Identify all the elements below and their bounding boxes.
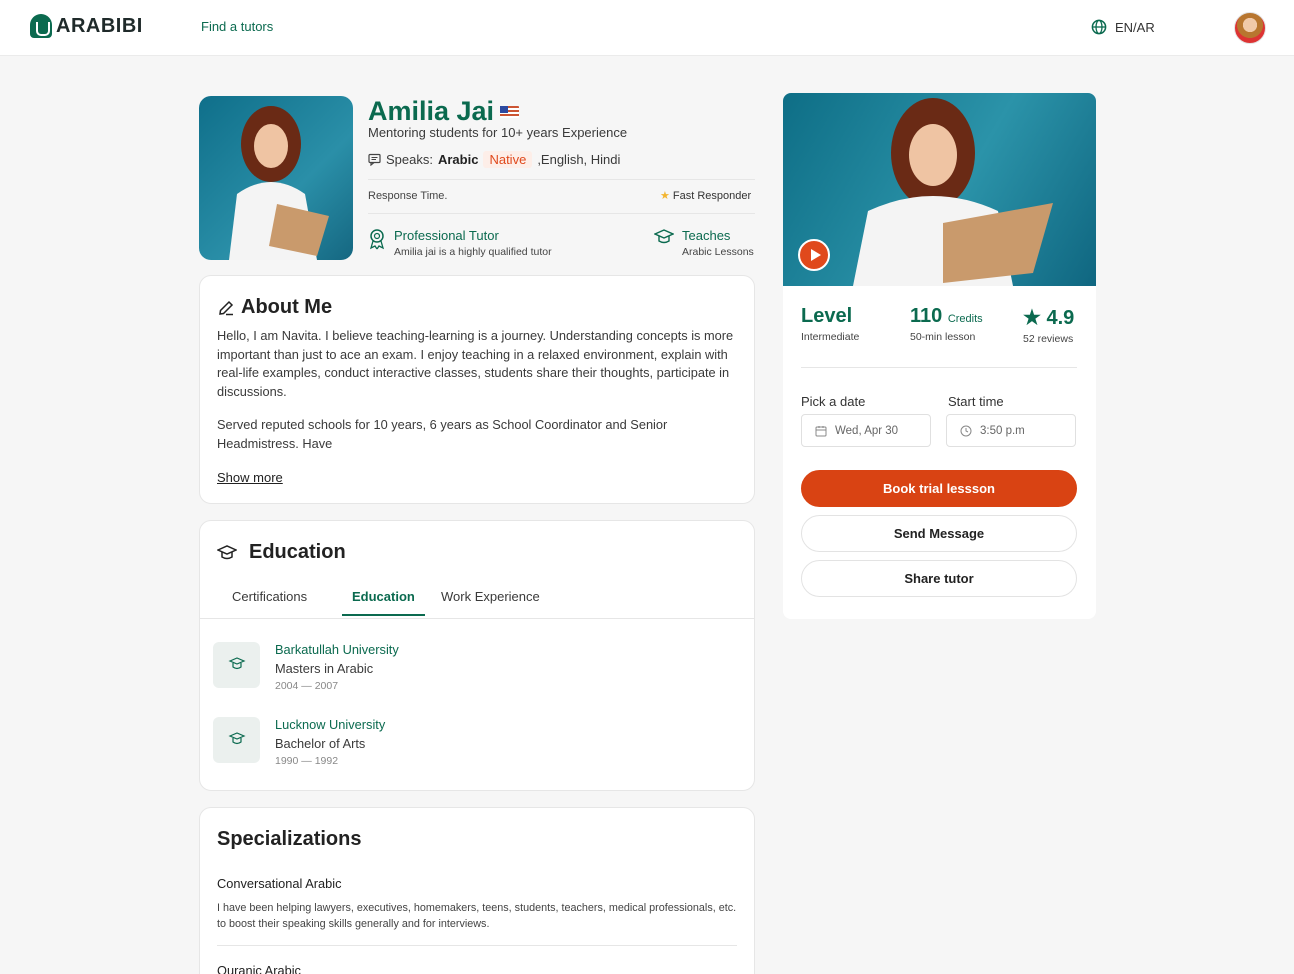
primary-language: Arabic	[437, 152, 479, 167]
about-me-card: About Me Hello, I am Navita. I believe t…	[199, 275, 755, 504]
specializations-title: Specializations	[217, 828, 362, 850]
divider	[368, 179, 755, 180]
feature-professional-tutor: Professional Tutor Amilia jai is a highl…	[368, 228, 552, 258]
about-me-title: About Me	[241, 296, 333, 318]
graduation-icon	[213, 717, 260, 763]
fast-responder-text: Fast Responder	[672, 189, 752, 202]
tab-certifications[interactable]: Certifications	[232, 589, 307, 614]
top-navigation-bar: ARABIBI Find a tutors EN/AR	[0, 0, 1294, 56]
date-picker[interactable]: Wed, Apr 30	[801, 414, 931, 447]
level-label: Level	[801, 305, 853, 327]
native-badge: Native	[483, 151, 533, 168]
fast-responder-badge: ★ Fast Responder	[660, 189, 752, 203]
education-card: Education Certifications Education Work …	[199, 520, 755, 791]
intro-video[interactable]	[783, 93, 1096, 286]
response-time-label: Response Time.	[368, 190, 448, 202]
about-me-heading: About Me	[217, 296, 332, 319]
education-years: 1990 — 1992	[275, 755, 339, 767]
language-switcher[interactable]: EN/AR	[1091, 19, 1155, 35]
feature-title: Teaches	[682, 228, 731, 243]
user-avatar[interactable]	[1234, 12, 1266, 44]
university-name[interactable]: Lucknow University	[275, 717, 385, 732]
level-stat: Level Intermediate	[801, 305, 859, 343]
logo-icon	[30, 14, 52, 38]
university-name[interactable]: Barkatullah University	[275, 642, 399, 657]
time-value: 3:50 p.m	[980, 424, 1025, 437]
star-icon: ★	[1023, 307, 1041, 329]
us-flag-icon	[500, 105, 520, 118]
education-title: Education	[249, 541, 346, 563]
degree-name: Bachelor of Arts	[275, 736, 366, 751]
feature-desc: Arabic Lessons	[682, 246, 754, 258]
nav-find-tutors-link[interactable]: Find a tutors	[201, 19, 273, 34]
send-message-button[interactable]: Send Message	[801, 515, 1077, 552]
tutor-profile-photo	[199, 96, 353, 260]
share-tutor-button[interactable]: Share tutor	[801, 560, 1077, 597]
languages-spoken: Speaks: Arabic Native ,English, Hindi	[368, 151, 620, 168]
education-heading: Education	[217, 541, 346, 564]
play-button[interactable]	[798, 239, 830, 271]
speaks-label: Speaks:	[386, 152, 433, 167]
credits-stat: 110 Credits 50-min lesson	[910, 305, 983, 343]
credits-value: 110	[910, 305, 943, 327]
education-item: Lucknow University Bachelor of Arts 1990…	[213, 717, 385, 767]
education-years: 2004 — 2007	[275, 680, 339, 692]
language-label: EN/AR	[1115, 19, 1155, 35]
chat-bubble-icon	[368, 153, 381, 166]
graduation-cap-icon	[217, 544, 237, 559]
credits-unit: Credits	[947, 313, 983, 325]
credits-desc: 50-min lesson	[910, 331, 976, 343]
time-picker[interactable]: 3:50 p.m	[946, 414, 1076, 447]
rating-value: 4.9	[1046, 307, 1075, 329]
show-more-link[interactable]: Show more	[217, 470, 283, 485]
feature-desc: Amilia jai is a highly qualified tutor	[394, 246, 552, 258]
degree-name: Masters in Arabic	[275, 661, 374, 676]
tutor-subtitle: Mentoring students for 10+ years Experie…	[368, 125, 628, 140]
about-paragraph: Hello, I am Navita. I believe teaching-l…	[217, 328, 734, 399]
tab-education[interactable]: Education	[342, 589, 425, 616]
logo[interactable]: ARABIBI	[30, 14, 143, 38]
education-tabs: Certifications Education Work Experience	[200, 589, 754, 619]
time-label: Start time	[948, 394, 1004, 409]
divider	[801, 367, 1077, 368]
specialization-title: Quranic Arabic	[217, 963, 301, 974]
date-value: Wed, Apr 30	[835, 424, 899, 437]
specialization-desc: I have been helping lawyers, executives,…	[217, 902, 737, 930]
globe-icon	[1091, 19, 1107, 35]
feature-title: Professional Tutor	[394, 228, 499, 243]
tutor-name-row: Amilia Jai	[368, 96, 520, 127]
specialization-title: Conversational Arabic	[217, 876, 342, 891]
rating-stat: ★ 4.9 52 reviews	[1023, 305, 1074, 345]
logo-text: ARABIBI	[56, 14, 143, 37]
tab-work-experience[interactable]: Work Experience	[441, 589, 540, 614]
pencil-icon	[219, 300, 234, 315]
clock-icon	[960, 425, 972, 436]
education-item: Barkatullah University Masters in Arabic…	[213, 642, 399, 692]
graduation-cap-icon	[654, 229, 674, 244]
star-icon: ★	[660, 190, 670, 202]
calendar-icon	[815, 425, 827, 436]
booking-card: Level Intermediate 110 Credits 50-min le…	[783, 93, 1096, 619]
about-paragraph: Served reputed schools for 10 years, 6 y…	[217, 417, 668, 451]
book-trial-button[interactable]: Book trial lessson	[801, 470, 1077, 507]
reviews-count: 52 reviews	[1023, 333, 1074, 345]
other-languages: ,English, Hindi	[537, 152, 621, 167]
award-badge-icon	[369, 229, 385, 250]
level-value: Intermediate	[801, 331, 860, 343]
graduation-icon	[213, 642, 260, 688]
divider	[217, 945, 737, 946]
tutor-name: Amilia Jai	[368, 96, 495, 126]
date-label: Pick a date	[801, 394, 866, 409]
feature-teaches: Teaches Arabic Lessons	[654, 228, 754, 258]
specializations-card: Specializations Conversational Arabic I …	[199, 807, 755, 974]
divider	[368, 213, 755, 214]
